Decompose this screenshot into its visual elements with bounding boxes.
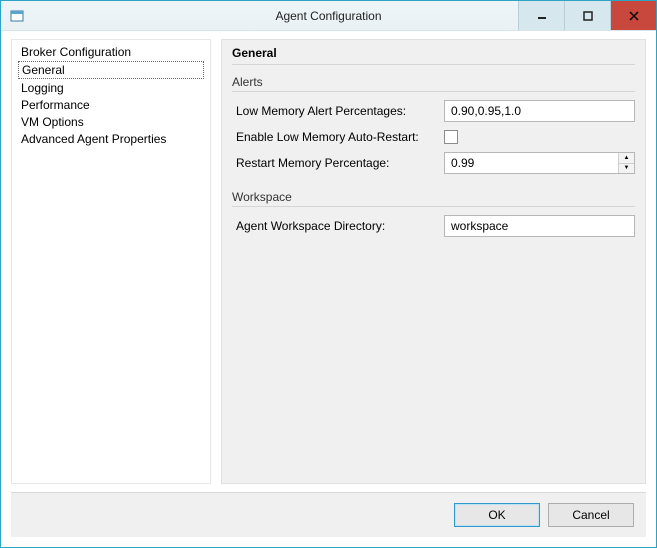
restart-percent-spinner[interactable]: ▲ ▼ (444, 152, 635, 174)
auto-restart-label: Enable Low Memory Auto-Restart: (236, 130, 436, 144)
low-memory-alert-input[interactable] (444, 100, 635, 122)
sidebar-item-vm-options[interactable]: VM Options (18, 114, 204, 130)
sidebar-item-performance[interactable]: Performance (18, 97, 204, 113)
sidebar-item-broker-configuration[interactable]: Broker Configuration (18, 44, 204, 60)
ok-button[interactable]: OK (454, 503, 540, 527)
restart-percent-label: Restart Memory Percentage: (236, 156, 436, 170)
spinner-up-icon[interactable]: ▲ (619, 153, 634, 163)
group-workspace: Workspace Agent Workspace Directory: (232, 190, 635, 237)
group-workspace-title: Workspace (232, 190, 635, 204)
content-panel: General Alerts Low Memory Alert Percenta… (221, 39, 646, 484)
maximize-button[interactable] (564, 1, 610, 30)
sidebar-item-advanced-agent-properties[interactable]: Advanced Agent Properties (18, 131, 204, 147)
workspace-dir-label: Agent Workspace Directory: (236, 219, 436, 233)
restart-percent-input[interactable] (445, 153, 618, 173)
footer: OK Cancel (11, 492, 646, 537)
app-icon (9, 8, 25, 24)
group-alerts: Alerts Low Memory Alert Percentages: Ena… (232, 75, 635, 174)
sidebar-item-general[interactable]: General (18, 61, 204, 79)
sidebar-item-logging[interactable]: Logging (18, 80, 204, 96)
low-memory-alert-label: Low Memory Alert Percentages: (236, 104, 436, 118)
sidebar: Broker Configuration General Logging Per… (11, 39, 211, 484)
window: Agent Configuration Broker Configuration… (0, 0, 657, 548)
workspace-dir-input[interactable] (444, 215, 635, 237)
body: Broker Configuration General Logging Per… (1, 31, 656, 484)
group-alerts-title: Alerts (232, 75, 635, 89)
auto-restart-checkbox[interactable] (444, 130, 458, 144)
spinner-down-icon[interactable]: ▼ (619, 163, 634, 174)
titlebar: Agent Configuration (1, 1, 656, 31)
cancel-button[interactable]: Cancel (548, 503, 634, 527)
minimize-button[interactable] (518, 1, 564, 30)
close-button[interactable] (610, 1, 656, 30)
content-heading: General (232, 46, 635, 65)
window-controls (518, 1, 656, 30)
